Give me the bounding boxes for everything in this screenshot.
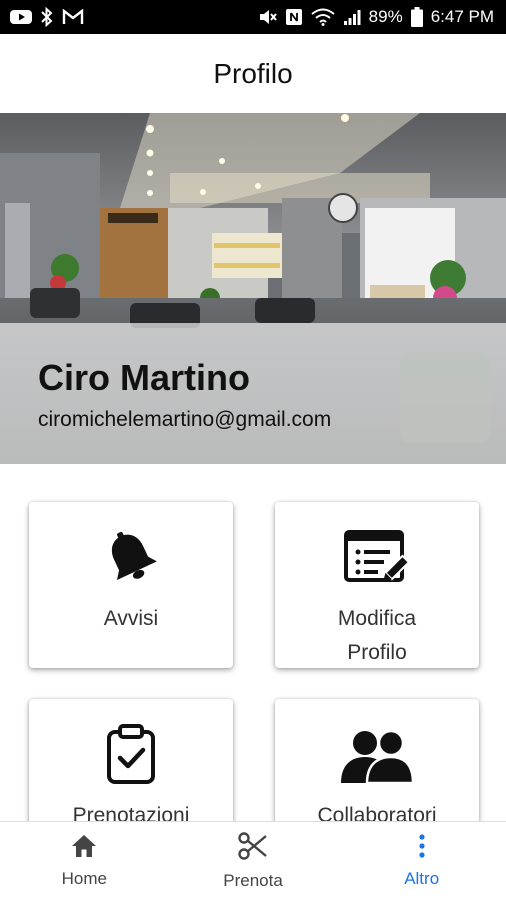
status-bar-left [10,7,84,27]
menu-card-avvisi[interactable]: Avvisi [29,502,233,668]
mute-icon [257,7,277,27]
status-bar-right: 89% 6:47 PM [257,7,494,27]
nav-home-label: Home [61,868,108,888]
profile-header: Ciro Martino ciromichelemartino@gmail.co… [0,113,506,464]
battery-icon [410,7,423,27]
battery-percent: 89% [368,7,403,26]
menu-card-prenotazioni[interactable]: Prenotazioni [29,699,233,821]
edit-profile-icon [344,528,410,588]
app-screen: 89% 6:47 PM Profilo Ciro Martino ciromic… [0,0,506,900]
menu-card-label-line1: Modifica [337,607,417,630]
scissors-icon [238,831,268,865]
menu-card-label: Avvisi [103,607,159,630]
nav-altro[interactable]: Altro [337,822,506,900]
more-vert-icon [417,833,427,863]
menu-card-label: Prenotazioni [72,804,190,821]
nav-home[interactable]: Home [0,822,169,900]
status-bar: 89% 6:47 PM [0,0,506,34]
home-icon [71,834,97,863]
youtube-icon [10,9,32,25]
bottom-navigation: Home Prenota Altro [0,821,506,900]
menu-card-collaboratori[interactable]: Collaboratori [275,699,479,821]
wifi-icon [311,8,335,26]
nav-prenota-label: Prenota [223,870,283,890]
menu-card-modifica-profilo[interactable]: Modifica Profilo [275,502,479,668]
profile-name: Ciro Martino [38,357,250,398]
profile-email: ciromichelemartino@gmail.com [38,408,332,431]
menu-card-label-line2: Profilo [347,641,407,664]
status-time: 6:47 PM [430,7,494,26]
app-bar: Profilo [0,34,506,113]
menu-card-label: Modifica Profilo [338,602,416,670]
clipboard-check-icon [105,724,157,785]
nav-prenota[interactable]: Prenota [169,822,338,900]
page-title: Profilo [213,57,293,89]
people-icon [339,725,415,785]
bell-icon [101,528,161,588]
menu-card-label: Collaboratori [317,804,437,821]
gmail-icon [62,9,84,25]
bluetooth-icon [40,7,54,27]
signal-icon [343,8,361,26]
menu-grid: Avvisi Modifica Profilo Prenotazioni Col… [0,464,506,821]
nav-altro-label: Altro [404,868,440,888]
nfc-icon [285,8,303,26]
